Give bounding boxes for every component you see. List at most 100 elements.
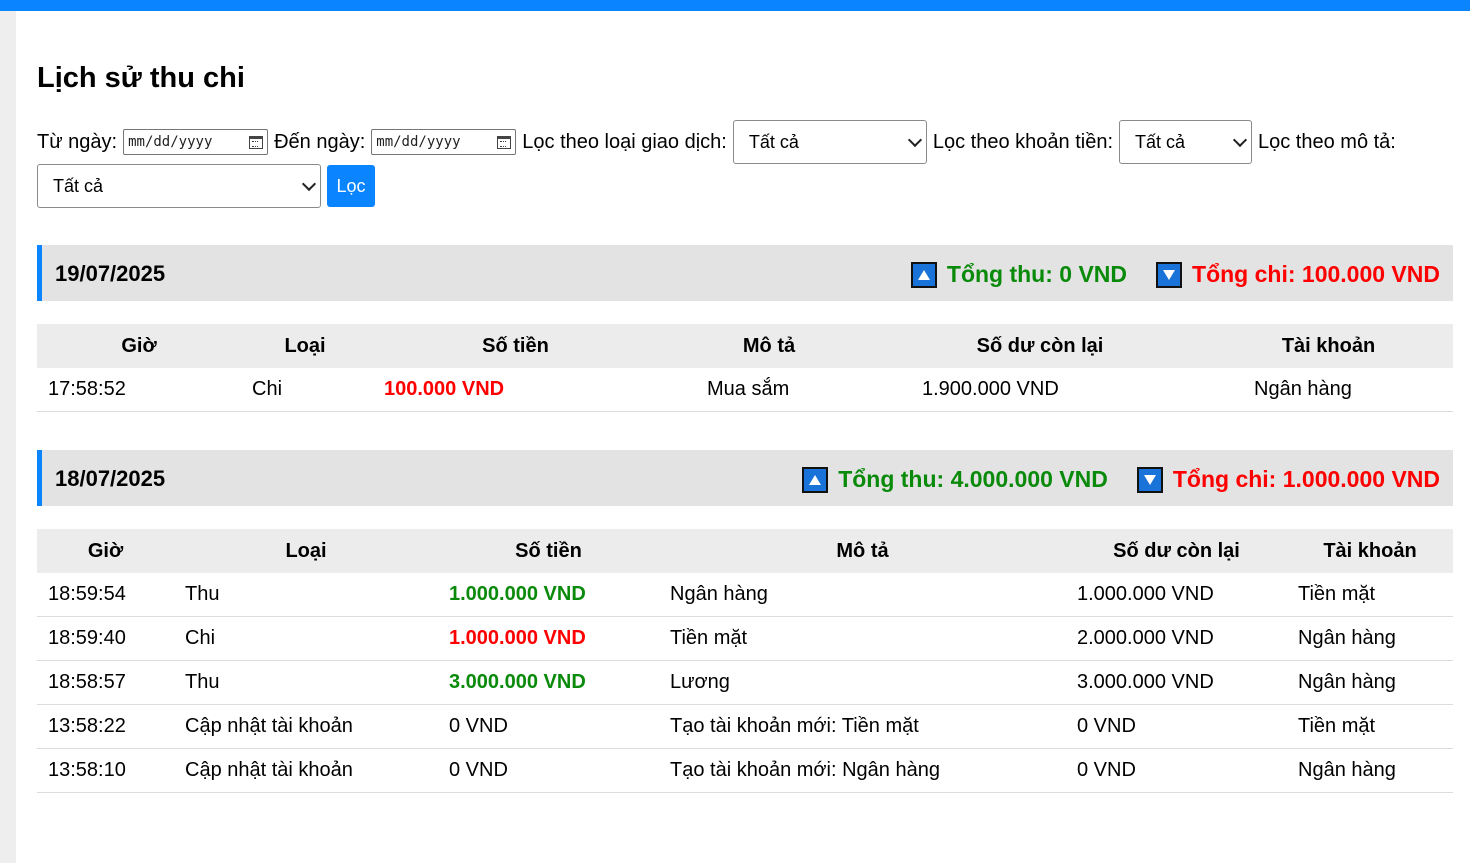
to-date-input[interactable]: mm/dd/yyyy [371,129,517,155]
total-expense-text: Tổng chi: 1.000.000 VND [1172,466,1440,492]
day-header: 18/07/2025 Tổng thu: 4.000.000 VND Tổng … [37,450,1453,506]
from-date-input[interactable]: mm/dd/yyyy [123,129,269,155]
cell-desc: Tạo tài khoản mới: Tiền mặt [659,704,1066,749]
col-time: Giờ [37,529,174,573]
type-filter-value: Tất cả [748,132,799,152]
day-date: 18/07/2025 [55,466,166,491]
total-expense-text: Tổng chi: 100.000 VND [1192,261,1440,287]
cell-type: Cập nhật tài khoản [174,748,438,793]
cell-type: Chi [174,616,438,661]
account-filter-value: Tất cả [1135,132,1186,152]
calendar-icon[interactable] [497,135,512,149]
cell-account: Ngân hàng [1287,616,1453,661]
cell-time: 18:59:40 [37,616,174,661]
top-accent-bar [0,0,1470,11]
cell-account: Ngân hàng [1287,748,1453,793]
cell-amount: 100.000 VND [369,368,662,412]
col-time: Giờ [37,324,241,368]
cell-desc: Lương [659,660,1066,705]
col-balance: Số dư còn lại [1066,529,1287,573]
cell-desc: Mua sắm [662,368,876,412]
day-totals: Tổng thu: 0 VND Tổng chi: 100.000 VND [910,261,1440,288]
col-desc: Mô tả [662,324,876,368]
filter-bar: Từ ngày: mm/dd/yyyy Đến ngày: mm/dd/yyyy… [37,120,1453,208]
cell-account: Ngân hàng [1204,368,1453,412]
cell-balance: 2.000.000 VND [1066,616,1287,661]
cell-time: 18:59:54 [37,573,174,617]
table-header-row: Giờ Loại Số tiền Mô tả Số dư còn lại Tài… [37,529,1453,573]
col-account: Tài khoản [1204,324,1453,368]
day-totals: Tổng thu: 4.000.000 VND Tổng chi: 1.000.… [802,466,1440,493]
total-expense: Tổng chi: 1.000.000 VND [1136,466,1440,493]
total-income: Tổng thu: 4.000.000 VND [802,466,1108,493]
cell-desc: Ngân hàng [659,573,1066,617]
cell-type: Cập nhật tài khoản [174,704,438,749]
cell-time: 13:58:10 [37,748,174,793]
col-amount: Số tiền [438,529,659,573]
type-filter-label: Lọc theo loại giao dịch: [522,131,727,153]
page-title: Lịch sử thu chi [37,62,245,94]
day-date: 19/07/2025 [55,261,166,286]
transactions-table: Giờ Loại Số tiền Mô tả Số dư còn lại Tài… [37,324,1453,412]
to-date-placeholder: mm/dd/yyyy [376,134,461,150]
cell-amount: 0 VND [438,704,659,749]
cell-balance: 1.000.000 VND [1066,573,1287,617]
cell-account: Ngân hàng [1287,660,1453,705]
type-filter-select[interactable]: Tất cả [732,120,927,164]
table-row: 18:59:54 Thu 1.000.000 VND Ngân hàng 1.0… [37,573,1453,617]
desc-filter-value: Tất cả [53,176,104,196]
cell-amount: 1.000.000 VND [438,573,659,617]
left-gutter [0,11,16,863]
arrow-up-icon [910,261,937,288]
filter-button[interactable]: Lọc [327,165,375,207]
col-amount: Số tiền [369,324,662,368]
cell-balance: 1.900.000 VND [876,368,1204,412]
from-date-placeholder: mm/dd/yyyy [128,134,213,150]
table-row: 13:58:22 Cập nhật tài khoản 0 VND Tạo tà… [37,704,1453,749]
col-balance: Số dư còn lại [876,324,1204,368]
chevron-down-icon [1232,132,1248,147]
cell-balance: 3.000.000 VND [1066,660,1287,705]
cell-type: Thu [174,573,438,617]
cell-account: Tiền mặt [1287,573,1453,617]
total-expense: Tổng chi: 100.000 VND [1156,261,1440,288]
chevron-down-icon [907,132,922,147]
day-header: 19/07/2025 Tổng thu: 0 VND Tổng chi: 100… [37,245,1453,301]
cell-desc: Tạo tài khoản mới: Ngân hàng [659,748,1066,793]
cell-balance: 0 VND [1066,748,1287,793]
arrow-down-icon [1136,466,1163,493]
table-row: 13:58:10 Cập nhật tài khoản 0 VND Tạo tà… [37,748,1453,793]
calendar-icon[interactable] [249,135,264,149]
desc-filter-label: Lọc theo mô tả: [1258,131,1396,153]
cell-time: 17:58:52 [37,368,241,412]
cell-type: Chi [241,368,369,412]
table-row: 18:58:57 Thu 3.000.000 VND Lương 3.000.0… [37,660,1453,705]
col-desc: Mô tả [659,529,1066,573]
transactions-table: Giờ Loại Số tiền Mô tả Số dư còn lại Tài… [37,529,1453,793]
account-filter-select[interactable]: Tất cả [1119,120,1252,164]
col-type: Loại [174,529,438,573]
from-date-label: Từ ngày: [37,131,118,153]
arrow-up-icon [802,466,829,493]
table-row: 18:59:40 Chi 1.000.000 VND Tiền mặt 2.00… [37,616,1453,661]
to-date-label: Đến ngày: [274,131,366,153]
cell-amount: 1.000.000 VND [438,616,659,661]
cell-time: 13:58:22 [37,704,174,749]
col-type: Loại [241,324,369,368]
cell-amount: 3.000.000 VND [438,660,659,705]
total-income-text: Tổng thu: 0 VND [946,261,1128,287]
arrow-down-icon [1156,261,1183,288]
col-account: Tài khoản [1287,529,1453,573]
desc-filter-select[interactable]: Tất cả [37,164,321,208]
total-income: Tổng thu: 0 VND [910,261,1128,288]
account-filter-label: Lọc theo khoản tiền: [932,131,1113,153]
cell-type: Thu [174,660,438,705]
chevron-down-icon [301,176,317,191]
table-header-row: Giờ Loại Số tiền Mô tả Số dư còn lại Tài… [37,324,1453,368]
table-row: 17:58:52 Chi 100.000 VND Mua sắm 1.900.0… [37,368,1453,412]
cell-balance: 0 VND [1066,704,1287,749]
total-income-text: Tổng thu: 4.000.000 VND [838,466,1108,492]
cell-time: 18:58:57 [37,660,174,705]
cell-account: Tiền mặt [1287,704,1453,749]
cell-desc: Tiền mặt [659,616,1066,661]
